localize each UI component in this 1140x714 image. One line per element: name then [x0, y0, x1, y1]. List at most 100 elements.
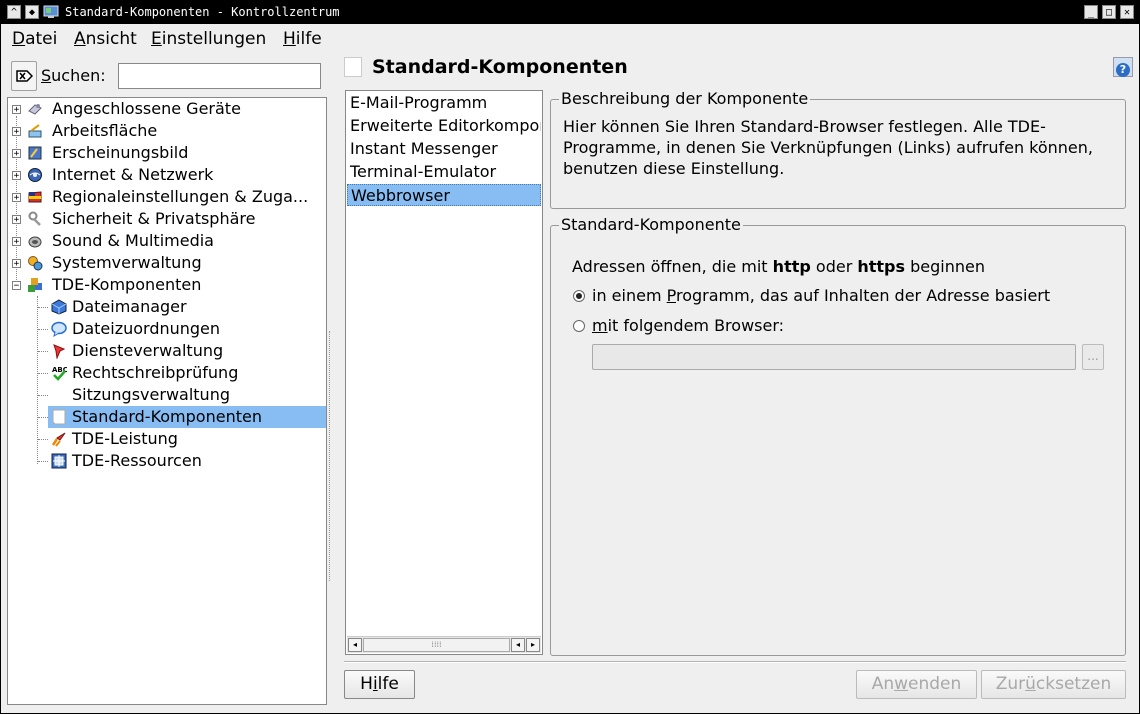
tree-item-label: Rechtschreibprüfung: [72, 363, 239, 382]
tree-item-sitzungsverwaltung[interactable]: Sitzungsverwaltung: [48, 384, 326, 406]
tree-item-label: Sound & Multimedia: [52, 231, 214, 250]
tree-item-diensteverwaltung[interactable]: Diensteverwaltung: [48, 340, 326, 362]
tree-item-sound-multimedia[interactable]: + Sound & Multimedia: [8, 230, 326, 252]
tree-item-systemverwaltung[interactable]: + Systemverwaltung: [8, 252, 326, 274]
resources-icon: [51, 453, 67, 469]
expand-icon[interactable]: +: [12, 127, 21, 137]
tree-item-tde-komponenten[interactable]: − TDE-Komponenten: [8, 274, 326, 296]
menu-datei[interactable]: Datei: [12, 29, 57, 49]
panel-splitter[interactable]: [329, 331, 333, 581]
tree-item-standard-komponenten[interactable]: Standard-Komponenten: [48, 406, 326, 428]
tree-item-regionaleinstellungen[interactable]: + Regionaleinstellungen & Zuga...: [8, 186, 326, 208]
address-info-text: Adressen öffnen, die mit http oder https…: [572, 257, 985, 276]
tree-line: [38, 417, 48, 418]
component-group-title: Standard-Komponente: [559, 215, 743, 235]
menu-ansicht[interactable]: Ansicht: [74, 29, 137, 49]
shade-button[interactable]: ^: [7, 5, 21, 19]
menu-hilfe[interactable]: Hilfe: [283, 29, 322, 49]
tree-line: [38, 307, 48, 308]
tree-item-erscheinungsbild[interactable]: + Erscheinungsbild: [8, 142, 326, 164]
list-item-webbrowser[interactable]: Webbrowser: [347, 184, 541, 206]
module-tree[interactable]: + Angeschlossene Geräte + Arbeitsfläche …: [7, 97, 327, 705]
tde-components-icon: [27, 277, 43, 293]
clear-search-button[interactable]: [11, 61, 37, 91]
desktop-icon: [27, 123, 43, 139]
services-icon: [51, 343, 67, 360]
app-icon[interactable]: [43, 4, 59, 20]
browser-command-input[interactable]: [592, 344, 1076, 370]
collapse-icon[interactable]: −: [12, 281, 21, 291]
list-item-email[interactable]: E-Mail-Programm: [347, 92, 541, 114]
apply-button[interactable]: Anwenden: [856, 670, 977, 699]
component-list[interactable]: E-Mail-Programm Erweiterte Editorkompone…: [345, 90, 543, 655]
tree-item-sicherheit[interactable]: + Sicherheit & Privatsphäre: [8, 208, 326, 230]
menu-bar: Datei Ansicht Einstellungen Hilfe: [1, 25, 1139, 53]
expand-icon[interactable]: +: [12, 171, 21, 181]
expand-icon[interactable]: +: [12, 259, 21, 269]
tree-item-label: Systemverwaltung: [52, 253, 202, 272]
help-icon[interactable]: ?: [1113, 57, 1133, 77]
maximize-button[interactable]: □: [1102, 5, 1116, 19]
tree-item-dateizuordnungen[interactable]: Dateizuordnungen: [48, 318, 326, 340]
tree-line: [38, 461, 48, 462]
system-icon: [27, 255, 43, 271]
scroll-left-button[interactable]: ◂: [348, 638, 362, 652]
tree-item-tde-ressourcen[interactable]: TDE-Ressourcen: [48, 450, 326, 472]
help-button[interactable]: Hilfe: [344, 670, 415, 699]
network-icon: [27, 167, 43, 183]
reset-button[interactable]: Zurücksetzen: [981, 670, 1126, 699]
expand-icon[interactable]: +: [12, 215, 21, 225]
tree-item-label: Internet & Netzwerk: [52, 165, 214, 184]
description-text: Hier können Sie Ihren Standard-Browser f…: [563, 117, 1093, 178]
navigation-panel: Suchen: + Angeschlossene Geräte + Arbeit…: [3, 53, 328, 709]
component-group: Standard-Komponente Adressen öffnen, die…: [550, 215, 1126, 656]
radio-program-label[interactable]: in einem Programm, das auf Inhalten der …: [592, 286, 1050, 305]
window-title: Standard-Komponenten - Kontrollzentrum: [65, 5, 340, 19]
sound-icon: [27, 233, 43, 249]
minimize-button[interactable]: _: [1084, 5, 1098, 19]
performance-icon: [51, 431, 67, 447]
radio-browser[interactable]: [573, 320, 585, 332]
appearance-icon: [27, 145, 43, 161]
list-item-editor[interactable]: Erweiterte Editorkomponente: [347, 115, 541, 137]
radio-program[interactable]: [573, 290, 585, 302]
search-label: Suchen:: [41, 66, 106, 85]
tree-item-internet-netzwerk[interactable]: + Internet & Netzwerk: [8, 164, 326, 186]
regional-icon: [27, 189, 43, 205]
radio-browser-label[interactable]: mit folgendem Browser:: [592, 316, 784, 335]
spellcheck-icon: ABC: [51, 365, 68, 381]
module-panel: Standard-Komponenten ? E-Mail-Programm E…: [334, 53, 1137, 709]
tree-item-tde-leistung[interactable]: TDE-Leistung: [48, 428, 326, 450]
title-bar[interactable]: ^ ◆ Standard-Komponenten - Kontrollzentr…: [1, 1, 1139, 24]
description-group-title: Beschreibung der Komponente: [559, 89, 811, 109]
menu-einstellungen[interactable]: Einstellungen: [151, 29, 266, 49]
expand-icon[interactable]: +: [12, 193, 21, 203]
tree-item-label: Sitzungsverwaltung: [72, 385, 230, 404]
expand-icon[interactable]: +: [12, 237, 21, 247]
tree-item-arbeitsflaeche[interactable]: + Arbeitsfläche: [8, 120, 326, 142]
tree-line: [38, 351, 48, 352]
list-item-terminal[interactable]: Terminal-Emulator: [347, 161, 541, 183]
page-icon: [344, 57, 362, 77]
expand-icon[interactable]: +: [12, 149, 21, 159]
horizontal-scrollbar[interactable]: ◂ ⁞⁞⁞⁞ ◂ ▸: [347, 636, 541, 653]
tree-line: [38, 373, 48, 374]
browse-button[interactable]: ...: [1082, 344, 1104, 370]
tree-item-rechtschreibpruefung[interactable]: ABC Rechtschreibprüfung: [48, 362, 326, 384]
tree-item-label: Angeschlossene Geräte: [52, 99, 241, 118]
clear-icon: [16, 70, 34, 82]
sticky-button[interactable]: ◆: [25, 5, 39, 19]
scroll-left-button-2[interactable]: ◂: [511, 638, 525, 652]
list-item-messenger[interactable]: Instant Messenger: [347, 138, 541, 160]
page-title: Standard-Komponenten: [372, 56, 628, 78]
scrollbar-thumb[interactable]: ⁞⁞⁞⁞: [363, 638, 510, 652]
expand-icon[interactable]: +: [12, 105, 21, 115]
app-window: ^ ◆ Standard-Komponenten - Kontrollzentr…: [0, 0, 1140, 714]
tree-item-angeschlossene-geraete[interactable]: + Angeschlossene Geräte: [8, 98, 326, 120]
tree-item-dateimanager[interactable]: Dateimanager: [48, 296, 326, 318]
tree-line: [38, 395, 48, 396]
search-input[interactable]: [118, 63, 321, 89]
tree-item-label: Arbeitsfläche: [52, 121, 158, 140]
scroll-right-button[interactable]: ▸: [526, 638, 540, 652]
close-button[interactable]: ✕: [1120, 5, 1134, 19]
